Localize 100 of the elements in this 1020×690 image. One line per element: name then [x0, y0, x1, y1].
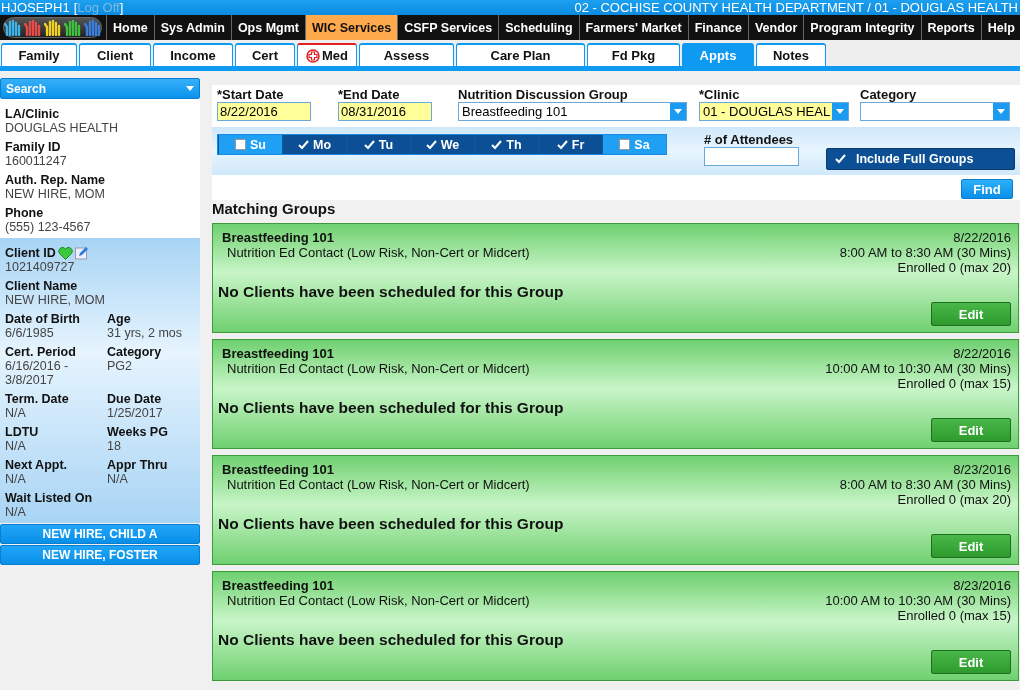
tab[interactable]: Med: [297, 43, 357, 66]
field-value: DOUGLAS HEALTH: [5, 121, 119, 135]
day-toggle[interactable]: Th: [474, 135, 538, 154]
group-name: Breastfeeding 101: [221, 346, 335, 361]
check-icon: [363, 139, 375, 150]
field-value: NEW HIRE, MOM: [5, 293, 106, 307]
field-label: Phone: [5, 206, 45, 220]
group-type: Nutrition Ed Contact (Low Risk, Non-Cert or Midcert): [226, 593, 531, 608]
field-label: Client ID: [5, 246, 56, 260]
field-label: # of Attendees: [704, 132, 795, 147]
end-date-field[interactable]: 08/31/2016: [338, 102, 432, 121]
check-icon: [556, 139, 568, 150]
group-time: 10:00 AM to 10:30 AM (30 Mins): [825, 361, 1011, 376]
tab[interactable]: Cert: [235, 43, 295, 66]
field-label: Age: [107, 312, 132, 326]
field-value: N/A: [5, 472, 27, 486]
field-value: N/A: [107, 472, 129, 486]
check-icon: [491, 139, 503, 150]
heart-icon: [57, 246, 73, 260]
field-value: 1/25/2017: [107, 406, 164, 420]
group-message: No Clients have been scheduled for this Group: [218, 399, 565, 417]
check-icon: [297, 139, 309, 150]
tab[interactable]: Assess: [359, 43, 454, 66]
tab[interactable]: Care Plan: [456, 43, 585, 66]
day-toggle[interactable]: Tu: [346, 135, 410, 154]
group-message: No Clients have been scheduled for this Group: [218, 283, 565, 301]
group-time: 8:00 AM to 8:30 AM (30 Mins): [839, 477, 1011, 492]
checkbox-icon: [235, 139, 246, 150]
group-date: 8/22/2016: [952, 346, 1011, 361]
field-value: 18: [107, 439, 122, 453]
group-message: No Clients have been scheduled for this Group: [218, 515, 565, 533]
day-toggle[interactable]: Mo: [282, 135, 346, 154]
check-icon: [425, 139, 437, 150]
group-name: Breastfeeding 101: [221, 462, 335, 477]
field-label: Appr Thru: [107, 458, 169, 472]
field-label: Family ID: [5, 140, 62, 154]
field-value: N/A: [5, 505, 27, 519]
nav-menu-item[interactable]: WIC Services: [305, 15, 398, 40]
field-value: 160011247: [5, 154, 68, 168]
field-label: Due Date: [107, 392, 163, 406]
field-label: Next Appt.: [5, 458, 69, 472]
caret-icon: [674, 109, 682, 114]
field-label: Date of Birth: [5, 312, 81, 326]
field-value: (555) 123-4567: [5, 220, 92, 234]
include-full-groups-toggle[interactable]: Include Full Groups: [826, 148, 1015, 170]
field-value: 6/6/1985: [5, 326, 55, 340]
field-label: Auth. Rep. Name: [5, 173, 106, 187]
field-label: Cert. Period: [5, 345, 77, 359]
group-type: Nutrition Ed Contact (Low Risk, Non-Cert or Midcert): [226, 361, 531, 376]
field-label: Nutrition Discussion Group: [458, 87, 629, 102]
day-toggle[interactable]: We: [410, 135, 474, 154]
field-label: LDTU: [5, 425, 40, 439]
field-label: *Clinic: [699, 87, 741, 102]
hands-logo[interactable]: [3, 17, 102, 38]
field-value: 1021409727: [5, 260, 76, 274]
field-label: Wait Listed On: [5, 491, 94, 505]
day-toggle[interactable]: Fr: [538, 135, 602, 154]
field-label: *Start Date: [217, 87, 285, 102]
checkbox-icon: [619, 139, 631, 150]
enrollment-text: Enrolled 0 (max 15): [896, 608, 1011, 623]
clinic-select[interactable]: 01 - DOUGLAS HEAL: [699, 102, 849, 121]
field-label: Term. Date: [5, 392, 70, 406]
bracket-text: [: [73, 0, 78, 15]
group-time: 8:00 AM to 8:30 AM (30 Mins): [839, 245, 1011, 260]
group-type: Nutrition Ed Contact (Low Risk, Non-Cert or Midcert): [226, 477, 531, 492]
field-label: *End Date: [338, 87, 401, 102]
bracket-text: ]: [119, 0, 124, 15]
tab[interactable]: Notes: [756, 43, 826, 66]
attendees-field[interactable]: [704, 147, 799, 166]
field-label: Weeks PG: [107, 425, 169, 439]
group-name: Breastfeeding 101: [221, 230, 335, 245]
tab[interactable]: Income: [153, 43, 233, 66]
group-date: 8/22/2016: [952, 230, 1011, 245]
caret-icon: [186, 86, 194, 91]
enrollment-text: Enrolled 0 (max 20): [896, 260, 1011, 275]
field-value: NEW HIRE, MOM: [5, 187, 106, 201]
tab[interactable]: Family: [1, 43, 77, 66]
field-value: N/A: [5, 439, 27, 453]
field-value: 31 yrs, 2 mos: [107, 326, 184, 340]
group-date: 8/23/2016: [952, 462, 1011, 477]
start-date-field[interactable]: 8/22/2016: [217, 102, 311, 121]
field-value: PG2: [107, 359, 133, 373]
group-date: 8/23/2016: [952, 578, 1011, 593]
tab[interactable]: Fd Pkg: [587, 43, 680, 66]
group-select[interactable]: Breastfeeding 101: [458, 102, 687, 121]
group-message: No Clients have been scheduled for this Group: [218, 631, 565, 649]
tab[interactable]: Client: [79, 43, 151, 66]
field-label: Category: [107, 345, 163, 359]
enrollment-text: Enrolled 0 (max 20): [896, 492, 1011, 507]
group-type: Nutrition Ed Contact (Low Risk, Non-Cert or Midcert): [226, 245, 531, 260]
group-name: Breastfeeding 101: [221, 578, 335, 593]
field-value: 6/16/2016 - 3/8/2017: [5, 359, 70, 387]
group-time: 10:00 AM to 10:30 AM (30 Mins): [825, 593, 1011, 608]
location-text: 02 - COCHISE COUNTY HEALTH DEPARTMENT / 01 - DOUGLAS HEALTH: [574, 0, 1018, 15]
category-select[interactable]: [860, 102, 1010, 121]
user-name: HJOSEPH1: [1, 0, 70, 15]
pencil-icon[interactable]: [74, 246, 89, 260]
field-value: N/A: [5, 406, 27, 420]
caret-icon: [836, 109, 844, 114]
caret-icon: [997, 109, 1005, 114]
